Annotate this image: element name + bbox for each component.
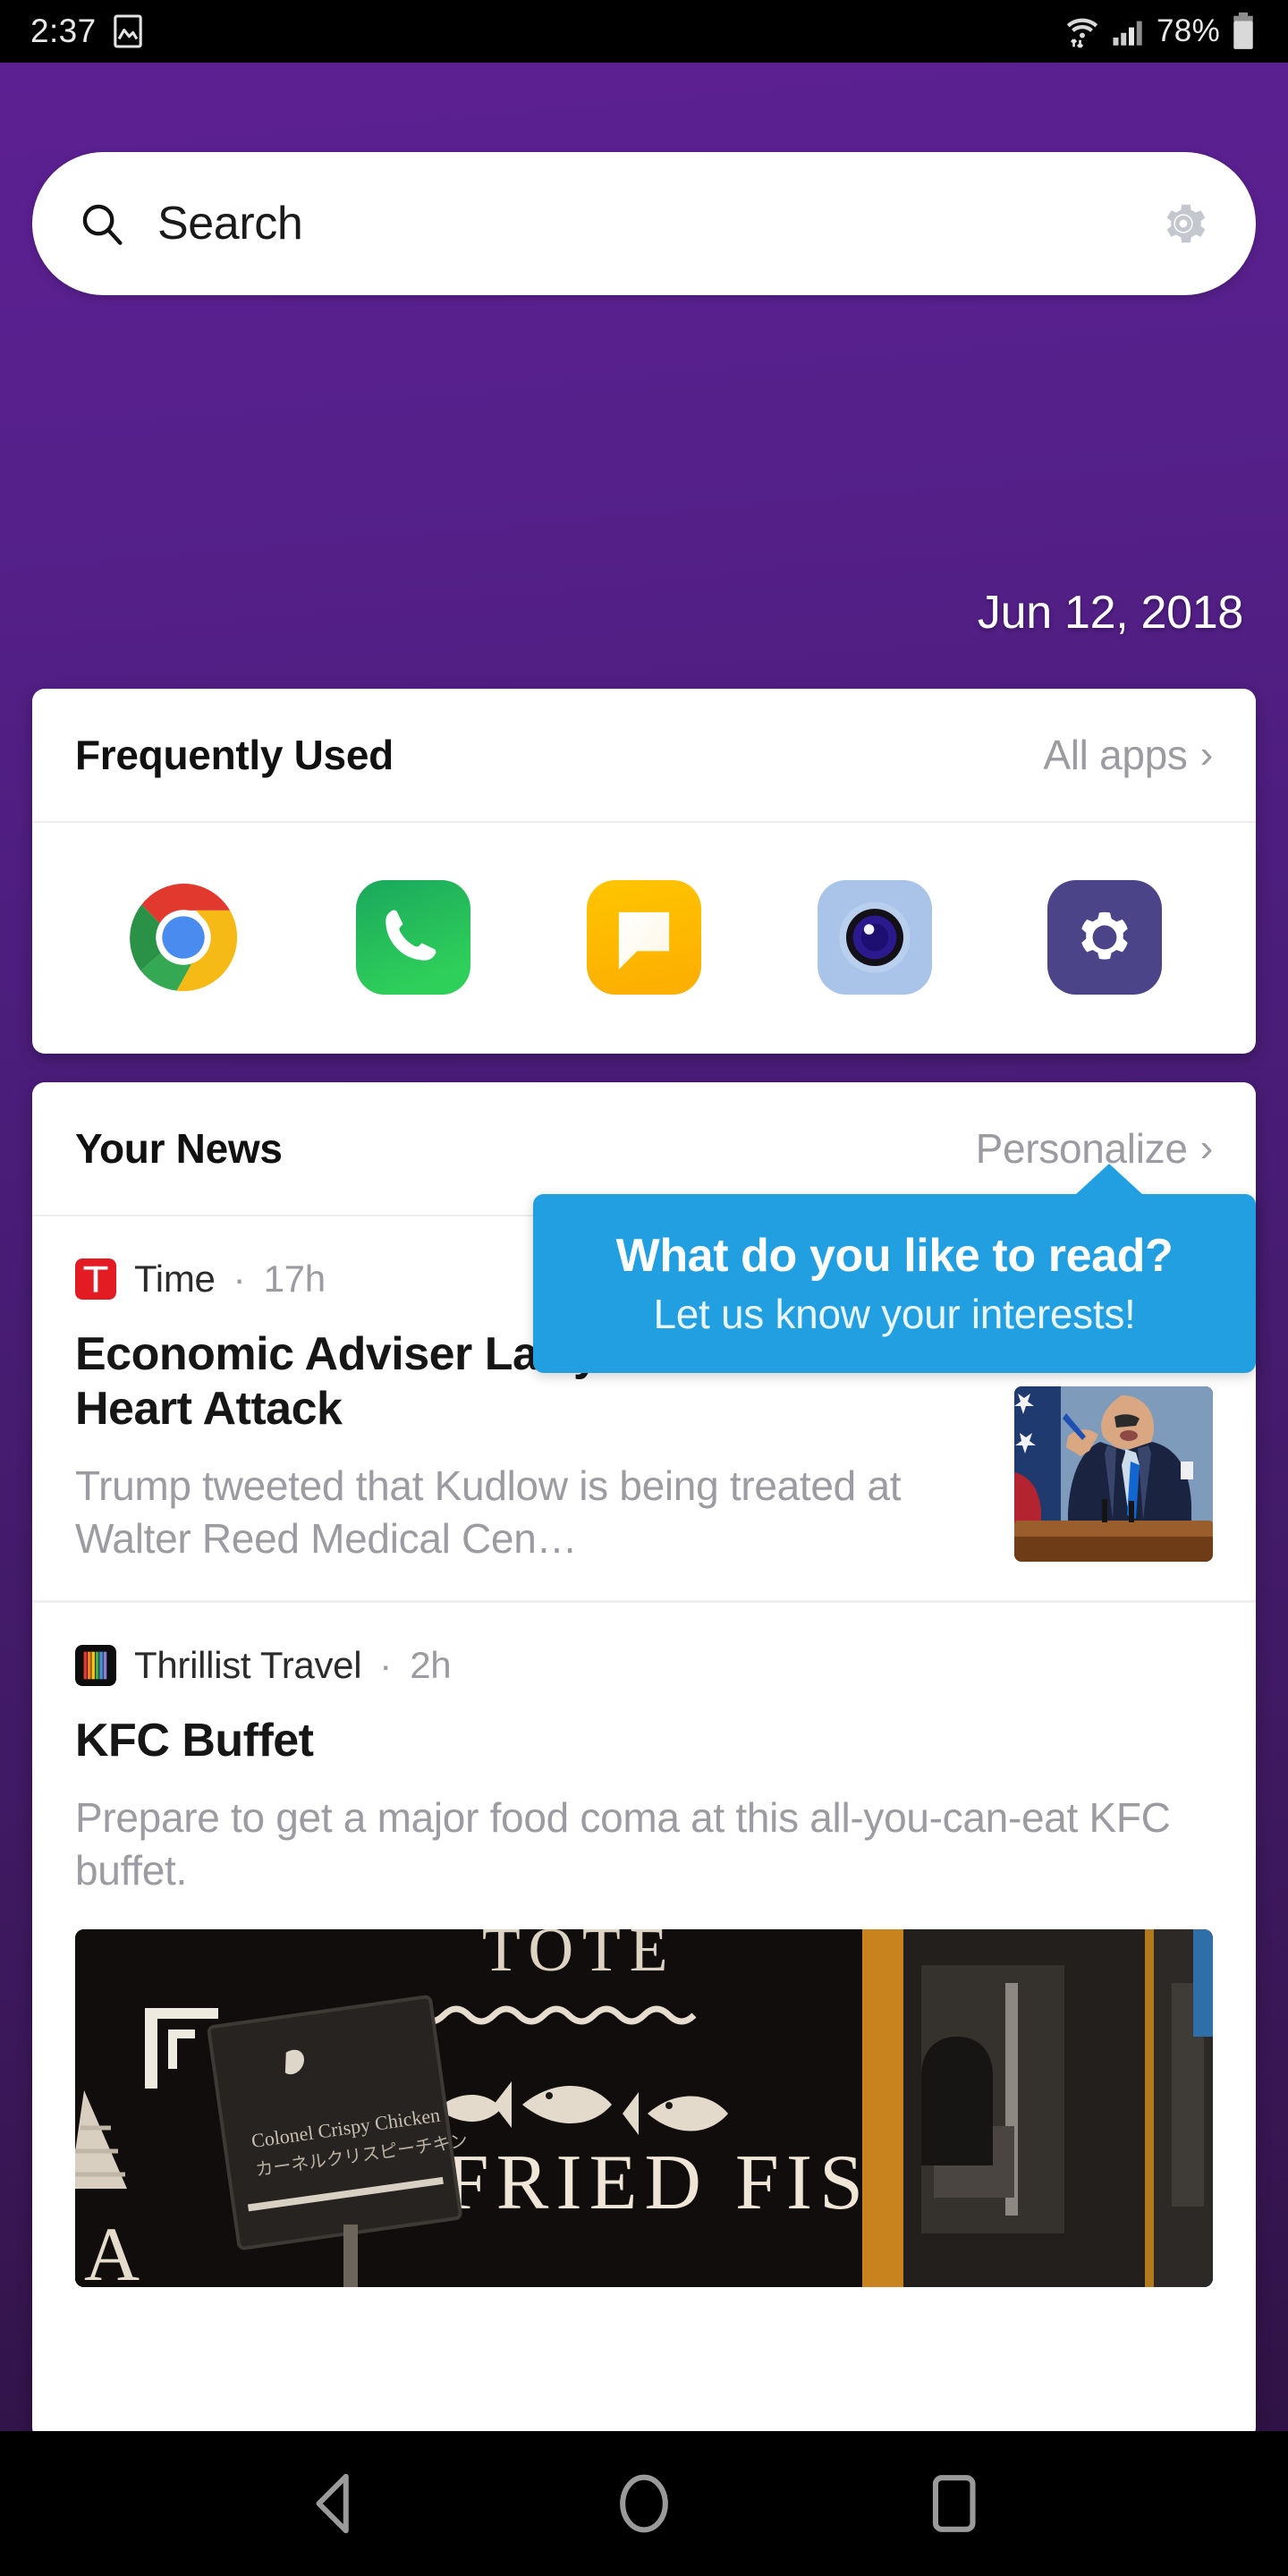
search-input-placeholder[interactable]: Search: [157, 197, 303, 250]
back-triangle-icon: [316, 2473, 350, 2534]
svg-text:A: A: [84, 2211, 152, 2287]
image-icon: [113, 14, 142, 48]
app-icon-settings[interactable]: [1047, 880, 1163, 995]
news-hero-image[interactable]: TOTE P FRIED FISH A Colonel Crispy Chick…: [75, 1928, 1213, 2287]
news-article-thrillist[interactable]: Thrillist Travel · 2h KFC Buffet Prepare…: [32, 1603, 1256, 2323]
messages-icon: [586, 880, 701, 995]
app-icon-messages[interactable]: [586, 880, 701, 995]
search-bar[interactable]: Search: [32, 152, 1256, 295]
date-label: Jun 12, 2018: [977, 587, 1243, 639]
news-source-row: Thrillist Travel · 2h: [75, 1644, 1213, 1687]
news-summary: Trump tweeted that Kudlow is being treat…: [75, 1462, 902, 1562]
news-headline[interactable]: KFC Buffet: [75, 1714, 1213, 1768]
your-news-title: Your News: [75, 1125, 283, 1172]
tooltip-subtitle: Let us know your interests!: [653, 1291, 1136, 1337]
thrillist-logo-icon: [75, 1645, 116, 1687]
frequently-used-card: Frequently Used All apps ›: [32, 689, 1256, 1054]
chevron-right-icon: ›: [1199, 733, 1214, 776]
frequently-used-app-row: [32, 823, 1256, 1052]
chrome-icon: [129, 883, 237, 992]
time-logo-icon: [75, 1258, 116, 1300]
frequently-used-header: Frequently Used All apps ›: [32, 689, 1256, 823]
all-apps-link[interactable]: All apps ›: [1043, 731, 1213, 779]
news-separator: ·: [379, 1644, 393, 1687]
nav-recents-button[interactable]: [921, 2470, 987, 2537]
phone-icon: [356, 880, 471, 995]
cell-signal-icon: [1113, 21, 1142, 46]
news-age: 17h: [263, 1258, 326, 1300]
all-apps-label: All apps: [1043, 732, 1188, 778]
nav-home-button[interactable]: [611, 2470, 677, 2537]
camera-icon: [817, 880, 932, 995]
man-at-podium-photo: [1014, 1386, 1213, 1562]
search-icon: [82, 204, 123, 245]
frequently-used-title: Frequently Used: [75, 732, 394, 778]
nav-back-button[interactable]: [301, 2470, 367, 2537]
app-icon-camera[interactable]: [817, 880, 932, 995]
news-summary: Prepare to get a major food coma at this…: [75, 1794, 1171, 1894]
tooltip-title: What do you like to read?: [615, 1230, 1174, 1282]
chevron-right-icon: ›: [1199, 1126, 1214, 1170]
app-icon-chrome[interactable]: [126, 880, 241, 995]
battery-percent-label: 78%: [1157, 13, 1220, 48]
wifi-data-icon: [1066, 18, 1098, 48]
personalize-tooltip[interactable]: What do you like to read? Let us know yo…: [533, 1164, 1256, 1373]
status-clock: 2:37: [30, 13, 97, 49]
deep-fried-fish-storefront-photo: TOTE P FRIED FISH A Colonel Crispy Chick…: [75, 1928, 1213, 2287]
news-age: 2h: [410, 1644, 452, 1687]
gear-icon[interactable]: [1157, 198, 1209, 250]
news-separator: ·: [233, 1258, 246, 1300]
app-icon-phone[interactable]: [356, 880, 471, 995]
android-navigation-bar: [0, 2431, 1288, 2576]
home-screen-background: Search Jun 12, 2018 Frequently Used All …: [0, 63, 1288, 2494]
battery-icon: [1233, 12, 1253, 49]
tooltip-arrow-icon: [1075, 1164, 1143, 1195]
settings-gear-icon: [1047, 880, 1163, 995]
status-bar-left: 2:37: [30, 13, 143, 50]
home-circle-icon: [620, 2474, 668, 2533]
recents-square-icon: [932, 2475, 976, 2532]
news-source-name: Time: [134, 1258, 216, 1300]
news-source-name: Thrillist Travel: [134, 1644, 362, 1687]
status-bar: 2:37 78%: [0, 0, 1288, 63]
news-thumbnail[interactable]: [1014, 1386, 1213, 1562]
svg-text:TOTE: TOTE: [482, 1929, 677, 1985]
status-bar-right: 78%: [1063, 11, 1258, 52]
